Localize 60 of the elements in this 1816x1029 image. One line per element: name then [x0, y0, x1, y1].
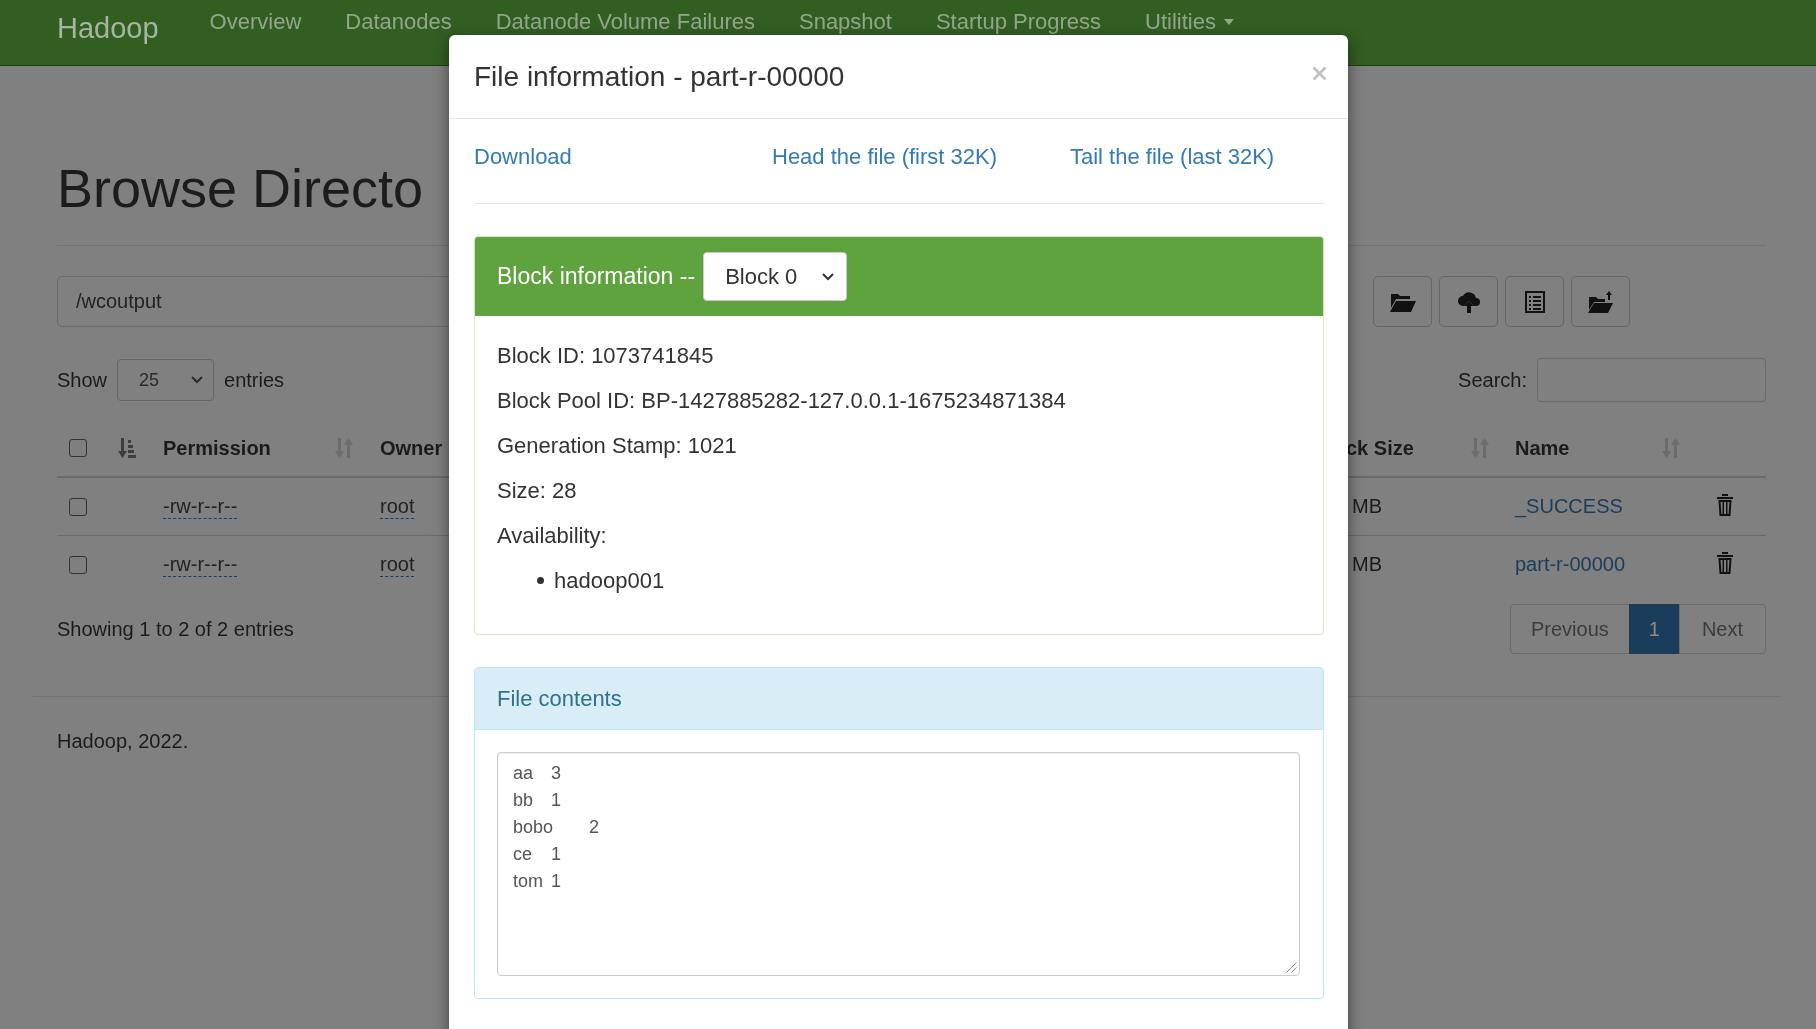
dialog-link[interactable]: Tail the file (last 32K)	[1070, 143, 1275, 171]
permission-link[interactable]: -rw-r--r--	[163, 494, 238, 519]
cloud-upload-icon	[1456, 290, 1481, 313]
block-detail-text: Generation Stamp: 1021	[497, 432, 737, 460]
toolbar-button[interactable]	[1505, 276, 1564, 327]
trash-icon[interactable]	[1716, 551, 1734, 574]
column-header[interactable]: Name	[1515, 436, 1570, 460]
entries-info-text: Showing 1 to 2 of 2 entries	[57, 617, 294, 641]
list-icon	[1524, 290, 1545, 313]
file-contents-textarea[interactable]: aa 3 bb 1 bobo 2 ce 1 tom 1	[497, 752, 1300, 976]
resize-handle-icon[interactable]	[1286, 962, 1297, 973]
nav-link[interactable]: Datanode Volume Failures	[473, 0, 777, 34]
column-header[interactable]: Owner	[380, 436, 443, 460]
block-detail-text: Size: 28	[497, 477, 577, 505]
nav-link[interactable]: Utilities	[1123, 0, 1256, 34]
panel-title: File contents	[497, 685, 622, 712]
block-detail-text: Block Pool ID: BP-1427885282-127.0.0.1-1675234871384	[497, 387, 1066, 415]
chevron-icon	[191, 376, 204, 384]
block-detail-text: Block ID: 1073741845	[497, 342, 714, 370]
brand-link[interactable]: Hadoop	[57, 11, 159, 45]
nav-link[interactable]: Snapshot	[776, 0, 914, 34]
folder-arrow-icon	[1587, 290, 1614, 313]
select-all-checkbox[interactable]	[69, 439, 87, 457]
close-icon[interactable]	[1312, 66, 1327, 81]
dialog-title: File information - part-r-00000	[474, 60, 845, 93]
owner-link[interactable]: root	[380, 494, 415, 519]
page-title: Browse Directo	[57, 157, 424, 220]
bullet-icon	[537, 577, 544, 584]
column-header[interactable]: Permission	[163, 436, 271, 460]
entries-label: entries	[224, 368, 285, 392]
chevron-icon	[822, 272, 835, 281]
sort-icon[interactable]	[118, 438, 136, 458]
toolbar-button[interactable]	[1373, 276, 1432, 327]
size-cell: MB	[1352, 553, 1382, 576]
file-name-link[interactable]: part-r-00000	[1515, 553, 1626, 576]
block-detail-text: Availability:	[497, 522, 607, 550]
trash-icon[interactable]	[1716, 493, 1734, 516]
folder-icon	[1389, 291, 1416, 312]
toolbar-button[interactable]	[1571, 276, 1630, 327]
owner-link[interactable]: root	[380, 552, 415, 577]
nav-link[interactable]: Overview	[187, 0, 324, 34]
nav-link[interactable]: Datanodes	[323, 0, 474, 34]
column-header[interactable]: ck Size	[1346, 436, 1414, 460]
nav-link[interactable]: Startup Progress	[913, 0, 1123, 34]
row-checkbox[interactable]	[69, 497, 87, 516]
page-button[interactable]: 1	[1628, 604, 1680, 654]
dialog-link[interactable]: Head the file (first 32K)	[772, 143, 997, 171]
block-select[interactable]: Block 0	[703, 252, 848, 301]
datanode-text: hadoop001	[554, 567, 665, 595]
row-checkbox[interactable]	[69, 555, 87, 574]
page-length-select[interactable]: 25	[117, 359, 215, 401]
dialog-link[interactable]: Download	[474, 143, 572, 171]
toolbar-button[interactable]	[1439, 276, 1498, 327]
panel-title: Block information --	[497, 263, 696, 290]
file-name-link[interactable]: _SUCCESS	[1515, 495, 1623, 518]
search-label: Search:	[1458, 368, 1527, 392]
show-label: Show	[57, 368, 108, 392]
permission-link[interactable]: -rw-r--r--	[163, 552, 238, 577]
copyright-text: Hadoop, 2022.	[57, 729, 189, 753]
size-cell: MB	[1352, 495, 1382, 518]
